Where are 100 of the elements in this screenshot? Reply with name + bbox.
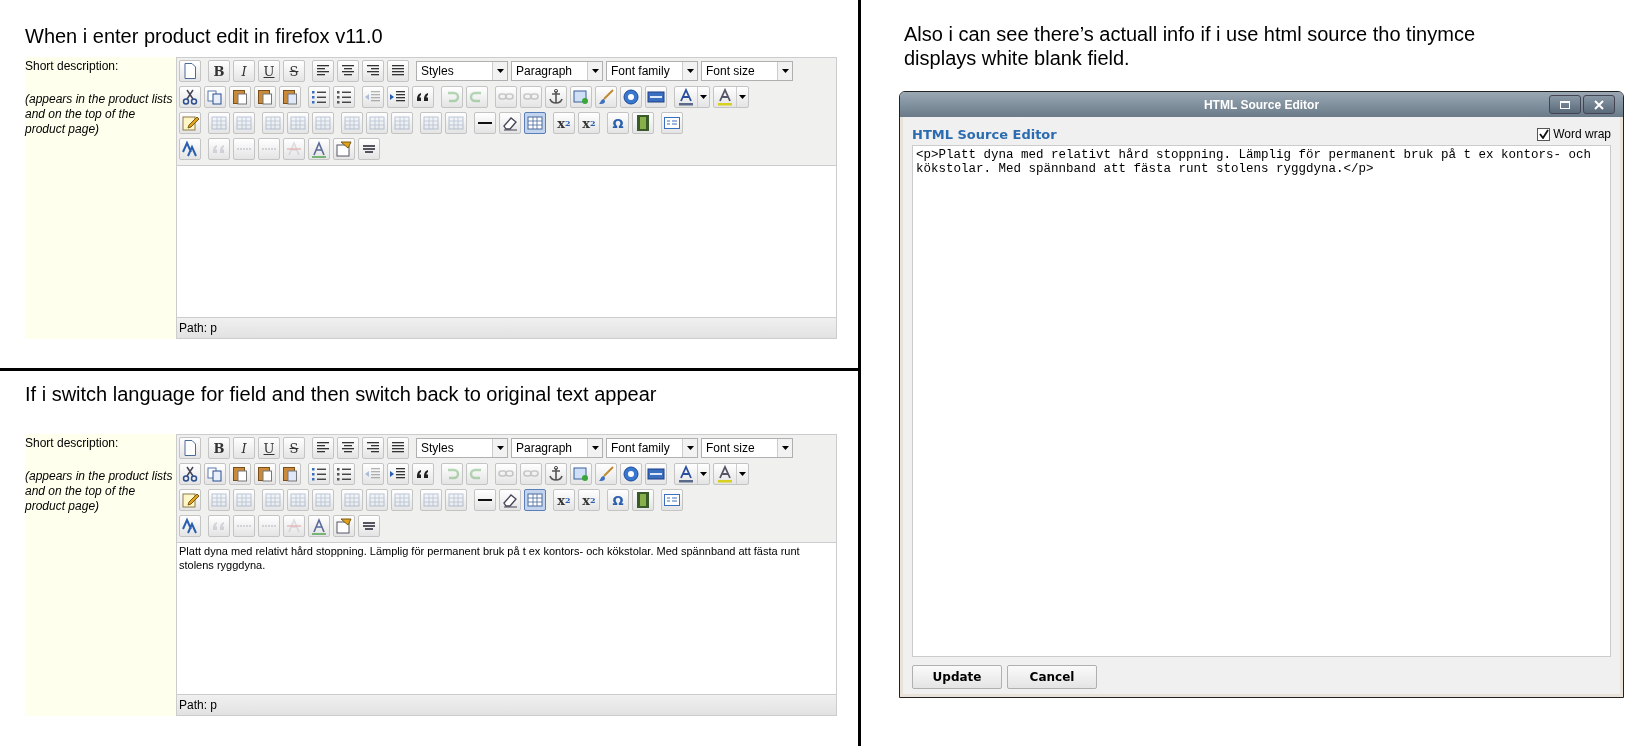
toolbar-button[interactable] (620, 86, 642, 108)
path-text: Path: p (179, 698, 218, 712)
table-icon (447, 491, 465, 509)
numbered-list-icon (335, 88, 353, 106)
scissors-icon (181, 88, 199, 106)
format-dropdown[interactable]: Font size (701, 438, 793, 458)
scissors-icon (181, 465, 199, 483)
format-dropdown[interactable]: Styles (416, 61, 508, 81)
toolbar-button[interactable]: U (258, 60, 280, 82)
toolbar-button[interactable] (229, 86, 251, 108)
table-icon (422, 114, 440, 132)
toolbar-button[interactable] (333, 86, 355, 108)
color-button[interactable] (713, 463, 749, 485)
toolbar-button[interactable] (179, 112, 201, 134)
format-dropdown[interactable]: Styles (416, 438, 508, 458)
toolbar-button[interactable] (632, 112, 654, 134)
underline-icon (310, 517, 328, 535)
format-dropdown[interactable]: Font family (606, 61, 698, 81)
toolbar-button[interactable]: S (283, 60, 305, 82)
toolbar-button[interactable] (474, 489, 496, 511)
toolbar-button[interactable]: U (258, 437, 280, 459)
format-dropdown[interactable]: Font family (606, 438, 698, 458)
toolbar-button[interactable] (179, 86, 201, 108)
toolbar-button[interactable] (474, 112, 496, 134)
toolbar-button[interactable] (499, 112, 521, 134)
toolbar-button[interactable] (387, 86, 409, 108)
strikethrough-icon (285, 517, 303, 535)
toolbar-button[interactable] (387, 437, 409, 459)
toolbar-button[interactable] (412, 86, 434, 108)
source-textarea[interactable]: <p>Platt dyna med relativt hård stoppning. Lämplig för permanent bruk på t ex kontors- och kökstolar. Med spännband att fästa runt stolens ryggdyna.</p> (912, 145, 1611, 657)
bulleted-list-icon (310, 465, 328, 483)
caret-icon (686, 69, 694, 73)
color-button[interactable] (674, 463, 710, 485)
table-icon (343, 491, 361, 509)
dialog-heading: HTML Source Editor (912, 126, 1057, 142)
checkbox[interactable] (1537, 127, 1551, 141)
path-text: Path: p (179, 321, 218, 335)
toolbar-button[interactable] (412, 463, 434, 485)
toolbar-button[interactable] (254, 86, 276, 108)
toolbar-button[interactable]: S (283, 437, 305, 459)
toolbar-button[interactable] (358, 138, 380, 160)
toolbar-button[interactable] (387, 463, 409, 485)
dialog-button[interactable]: Update (912, 665, 1002, 689)
horizontal-rule-icon (478, 499, 492, 501)
caption: Also i can see there’s actuall info if i use html source tho tinymce displays white blank field. (903, 22, 1476, 70)
color-button[interactable] (713, 86, 749, 108)
toolbar-button[interactable]: I (233, 437, 255, 459)
image-icon (572, 88, 590, 106)
field-label: Short description: (25, 436, 120, 450)
table-icon (526, 491, 544, 509)
close-button[interactable] (1583, 95, 1615, 114)
field-hint: (appears in the product lists and on the top of the product page) (25, 92, 174, 137)
table-icon (343, 114, 361, 132)
toolbar-button[interactable] (179, 489, 201, 511)
format-dropdown[interactable]: Paragraph (511, 438, 603, 458)
edit-icon (181, 491, 199, 509)
film-icon (634, 114, 652, 132)
html-icon (647, 88, 665, 106)
toolbar-button[interactable] (362, 60, 384, 82)
caret-icon (496, 69, 504, 73)
caption: When i enter product edit in firefox v11.0 (25, 24, 384, 49)
toolbar-button[interactable] (179, 463, 201, 485)
toolbar-button[interactable] (545, 86, 567, 108)
toolbar-button[interactable] (545, 463, 567, 485)
toolbar-button[interactable] (279, 463, 301, 485)
toolbar-button[interactable]: B (208, 437, 230, 459)
toolbar-button[interactable] (337, 60, 359, 82)
toolbar-button[interactable] (308, 463, 330, 485)
highlight-icon (716, 465, 734, 483)
toolbar-button[interactable] (337, 437, 359, 459)
toolbar-button[interactable] (362, 437, 384, 459)
toolbar-button[interactable] (279, 86, 301, 108)
toolbar-button[interactable] (358, 515, 380, 537)
format-dropdown[interactable]: Font size (701, 61, 793, 81)
toolbar-button[interactable] (333, 463, 355, 485)
dialog-button[interactable]: Cancel (1007, 665, 1097, 689)
toolbar-button[interactable] (387, 60, 409, 82)
toolbar-button[interactable]: Ω (607, 112, 629, 134)
maximize-button[interactable] (1549, 95, 1581, 114)
toolbar-button[interactable]: B (208, 60, 230, 82)
toolbar-button[interactable]: I (233, 60, 255, 82)
toolbar-button[interactable] (229, 463, 251, 485)
toolbar-button[interactable]: Ω (607, 489, 629, 511)
color-button[interactable] (674, 86, 710, 108)
toolbar-button[interactable] (499, 489, 521, 511)
format-dropdown[interactable]: Paragraph (511, 61, 603, 81)
caret-icon (686, 446, 694, 450)
toolbar-button[interactable] (632, 489, 654, 511)
clipboard-icon (231, 88, 249, 106)
table-icon (264, 114, 282, 132)
caret-icon (739, 472, 746, 476)
toolbar-button[interactable] (645, 86, 667, 108)
toolbar-button[interactable] (312, 437, 334, 459)
toolbar-button[interactable] (254, 463, 276, 485)
toolbar-button[interactable] (645, 463, 667, 485)
content-text: Platt dyna med relativt hård stoppning. Lämplig för permanent bruk på t ex kontors- och kökstolar. Med spännband att fästa runt stolens ryggdyna. (178, 544, 801, 573)
table-icon (393, 491, 411, 509)
toolbar-button[interactable] (308, 86, 330, 108)
toolbar-button[interactable] (312, 60, 334, 82)
toolbar-button[interactable] (620, 463, 642, 485)
